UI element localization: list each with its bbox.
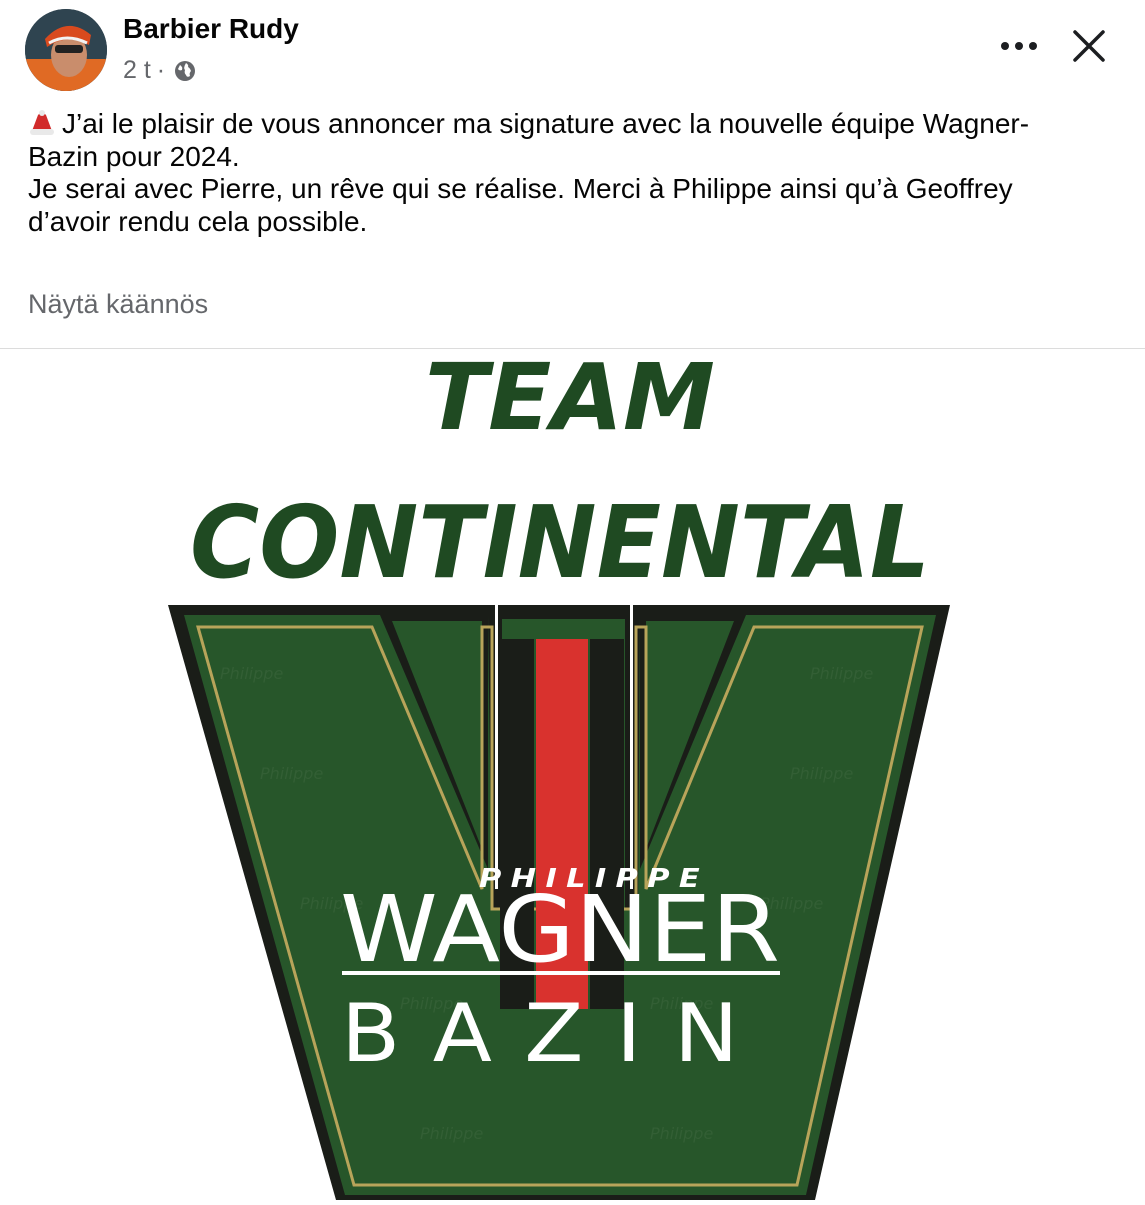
post-text-line: d’avoir rendu cela possible. xyxy=(28,205,368,237)
svg-text:Philippe: Philippe xyxy=(220,664,283,683)
avatar[interactable] xyxy=(25,9,107,91)
svg-text:Philippe: Philippe xyxy=(790,764,853,783)
post-text-line: Bazin pour 2024. xyxy=(28,140,240,172)
close-icon xyxy=(1073,30,1105,62)
logo-line-1: TEAM xyxy=(425,349,715,451)
close-button[interactable] xyxy=(1067,24,1111,68)
post-text-line: J’ai le plaisir de vous annoncer ma sign… xyxy=(28,108,1128,141)
post-text: J’ai le plaisir de vous annoncer ma sign… xyxy=(28,108,1128,238)
svg-text:Philippe: Philippe xyxy=(650,1124,713,1143)
see-translation-link[interactable]: Näytä käännös xyxy=(28,289,208,320)
svg-text:Philippe: Philippe xyxy=(260,764,323,783)
post-header: Barbier Rudy 2 t · xyxy=(0,0,1145,100)
post-text-line: Je serai avec Pierre, un rêve qui se réa… xyxy=(28,173,1013,204)
svg-text:Philippe: Philippe xyxy=(420,1124,483,1143)
post-meta: 2 t · xyxy=(123,56,197,85)
logo-brand-rule xyxy=(342,971,780,975)
more-options-button[interactable] xyxy=(995,28,1043,64)
svg-text:Philippe: Philippe xyxy=(810,664,873,683)
logo-brand-bottom: BAZIN xyxy=(341,987,771,1080)
logo-line-2: CONTINENTAL xyxy=(190,484,930,601)
santa-hat-emoji xyxy=(28,109,56,137)
more-options-icon xyxy=(1001,42,1037,50)
author-name[interactable]: Barbier Rudy xyxy=(123,13,299,45)
meta-separator: · xyxy=(156,56,166,84)
post-time[interactable]: 2 t xyxy=(123,56,151,85)
post-image[interactable]: TEAM CONTINENTAL Philippe Philippe Phili… xyxy=(0,344,1145,1200)
logo-brand-big: WAGNER xyxy=(340,876,780,983)
globe-icon xyxy=(173,59,197,83)
team-logo-image: TEAM CONTINENTAL Philippe Philippe Phili… xyxy=(168,344,950,1200)
